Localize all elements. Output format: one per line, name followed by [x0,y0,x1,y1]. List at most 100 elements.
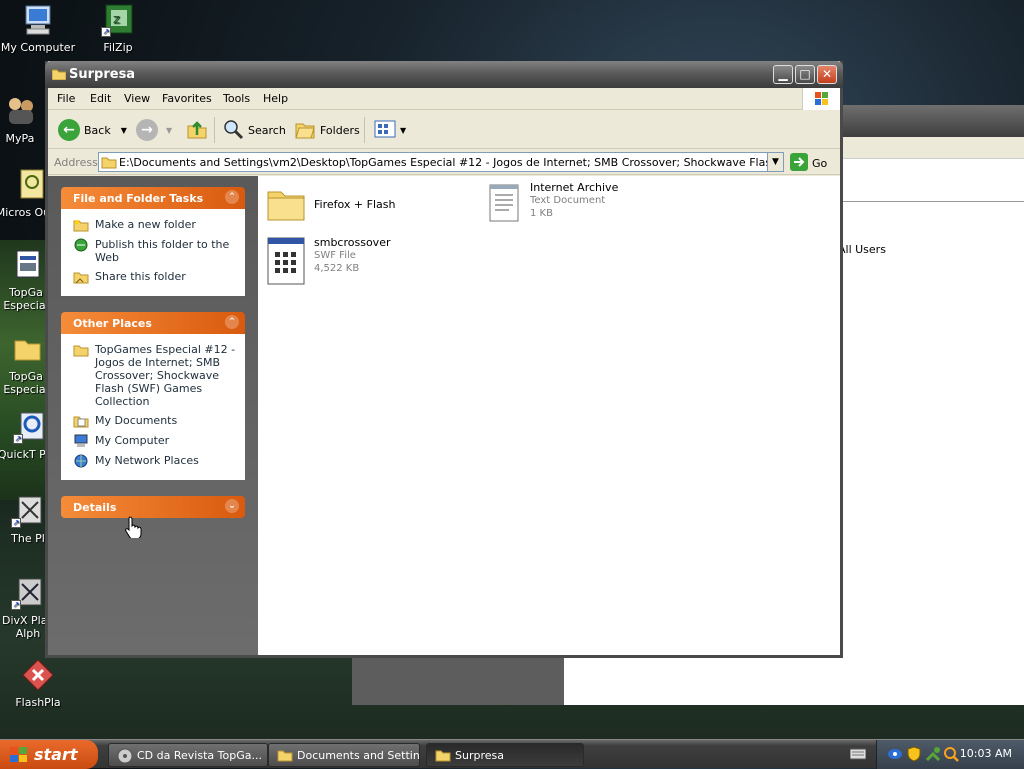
file-item-swf[interactable]: smbcrossover SWF File 4,522 KB [266,236,390,289]
views-button[interactable]: ▼ [374,118,406,142]
desktop-icon-filzip[interactable]: Z ↗ FilZip [80,3,156,54]
forward-dropdown-icon: ▼ [166,125,173,135]
make-new-folder-link[interactable]: Make a new folder [73,218,237,232]
collapse-chevron-icon[interactable]: ⌃ [225,315,239,329]
close-button[interactable]: ✕ [817,65,837,84]
details-header[interactable]: Details ⌄ [61,496,245,518]
views-icon [374,120,396,141]
folder-icon [266,184,306,227]
back-button[interactable]: ← Back ▼ [58,118,127,142]
address-bar: Address E:\Documents and Settings\vm2\De… [48,150,840,175]
start-label: start [34,745,78,764]
taskbar-item-cd-revista[interactable]: CD da Revista TopGa... [108,743,268,767]
menu-tools[interactable]: Tools [223,92,250,105]
window-title: Surpresa [69,67,136,82]
my-network-places-link[interactable]: My Network Places [73,454,237,468]
file-item-text-document[interactable]: Internet Archive Text Document 1 KB [486,181,618,228]
taskbar-item-documents-settings[interactable]: Documents and Settings [268,743,420,767]
file-folder-tasks-header[interactable]: File and Folder Tasks ⌃ [61,187,245,209]
file-name: Firefox + Flash [314,198,396,211]
svg-text:Z: Z [113,15,120,26]
other-places-header[interactable]: Other Places ⌃ [61,312,245,334]
file-folder-tasks-panel: File and Folder Tasks ⌃ Make a new folde… [61,187,245,296]
desktop-icon-flashplayer[interactable]: FlashPla [0,658,76,709]
swf-file-icon [266,236,306,289]
file-name: smbcrossover [314,236,391,249]
parent-folder-link[interactable]: TopGames Especial #12 - Jogos de Interne… [73,343,237,408]
cd-drive-icon [117,748,133,766]
desktop-icon-label: TopGa Especial [3,370,49,396]
network-tray-icon[interactable] [887,746,903,765]
place-label: My Documents [95,414,178,427]
minimize-button[interactable]: ▁ [773,65,793,84]
people-icon [3,94,37,128]
taskbar-item-label: Surpresa [455,749,504,762]
flash-player-icon [21,658,55,692]
taskbar-item-surpresa[interactable]: Surpresa [426,743,584,767]
globe-icon [73,238,89,252]
file-size: 1 KB [530,208,553,219]
background-folder-label[interactable]: All Users [838,243,886,256]
folder-icon [9,332,43,366]
folder-icon [435,748,451,765]
up-folder-button[interactable] [186,118,208,142]
file-type: SWF File [314,250,356,261]
folder-icon [73,343,89,357]
toolbar-separator [364,117,365,143]
forward-button[interactable]: → ▼ [136,118,172,142]
menu-file[interactable]: File [57,92,75,105]
file-list[interactable]: Firefox + Flash Internet Archive Text Do… [258,176,840,655]
menu-help[interactable]: Help [263,92,288,105]
window-titlebar[interactable]: Surpresa ▁ □ ✕ [45,61,843,88]
search-button[interactable]: Search [222,118,286,142]
place-label: TopGames Especial #12 - Jogos de Interne… [95,343,236,408]
folder-icon [277,748,293,765]
windows-logo-icon [802,88,840,110]
share-folder-link[interactable]: Share this folder [73,270,237,284]
folders-button[interactable]: Folders [294,118,360,142]
place-label: My Computer [95,434,170,447]
back-dropdown-icon[interactable]: ▼ [121,126,127,135]
go-button[interactable]: Go [790,153,827,174]
documents-icon [73,414,89,428]
clock[interactable]: 10:03 AM [960,747,1012,760]
forward-arrow-icon: → [136,119,158,141]
desktop-icon-label: MyPa [5,132,35,145]
desktop-icon-my-computer[interactable]: My Computer [0,3,76,54]
panel-title: Details [73,501,117,514]
keyboard-icon[interactable] [849,747,867,764]
taskbar-item-label: Documents and Settings [297,749,420,762]
file-item-folder[interactable]: Firefox + Flash [266,184,395,227]
tray-utility-icon[interactable] [925,746,941,765]
explorer-window: Surpresa ▁ □ ✕ File Edit View Favorites … [45,61,843,658]
expand-chevron-icon[interactable]: ⌄ [225,499,239,513]
folders-icon [294,118,316,143]
views-dropdown-icon: ▼ [400,125,407,135]
computer-icon [73,434,89,448]
start-button[interactable]: start [0,740,98,769]
menu-view[interactable]: View [124,92,150,105]
task-pane: File and Folder Tasks ⌃ Make a new folde… [48,176,258,655]
folders-label: Folders [320,123,360,137]
task-label: Publish this folder to the Web [95,238,230,264]
collapse-chevron-icon[interactable]: ⌃ [225,190,239,204]
address-label: Address [54,156,98,169]
security-shield-icon[interactable] [907,746,921,765]
my-computer-link[interactable]: My Computer [73,434,237,448]
publish-folder-link[interactable]: Publish this folder to the Web [73,238,237,264]
address-dropdown-icon[interactable]: ▼ [767,153,783,171]
maximize-button[interactable]: □ [795,65,815,84]
file-type: Text Document [530,195,606,206]
search-tray-icon[interactable] [943,746,959,765]
task-label: Share this folder [95,270,186,283]
menu-edit[interactable]: Edit [90,92,111,105]
network-icon [73,454,89,468]
search-label: Search [248,123,286,137]
my-documents-link[interactable]: My Documents [73,414,237,428]
go-label: Go [812,157,828,170]
menu-favorites[interactable]: Favorites [162,92,212,105]
taskbar: start CD da Revista TopGa... Documents a… [0,739,1024,769]
application-icon [9,248,43,282]
divx-icon: ↗ [11,576,45,610]
address-input[interactable]: E:\Documents and Settings\vm2\Desktop\To… [98,152,784,172]
